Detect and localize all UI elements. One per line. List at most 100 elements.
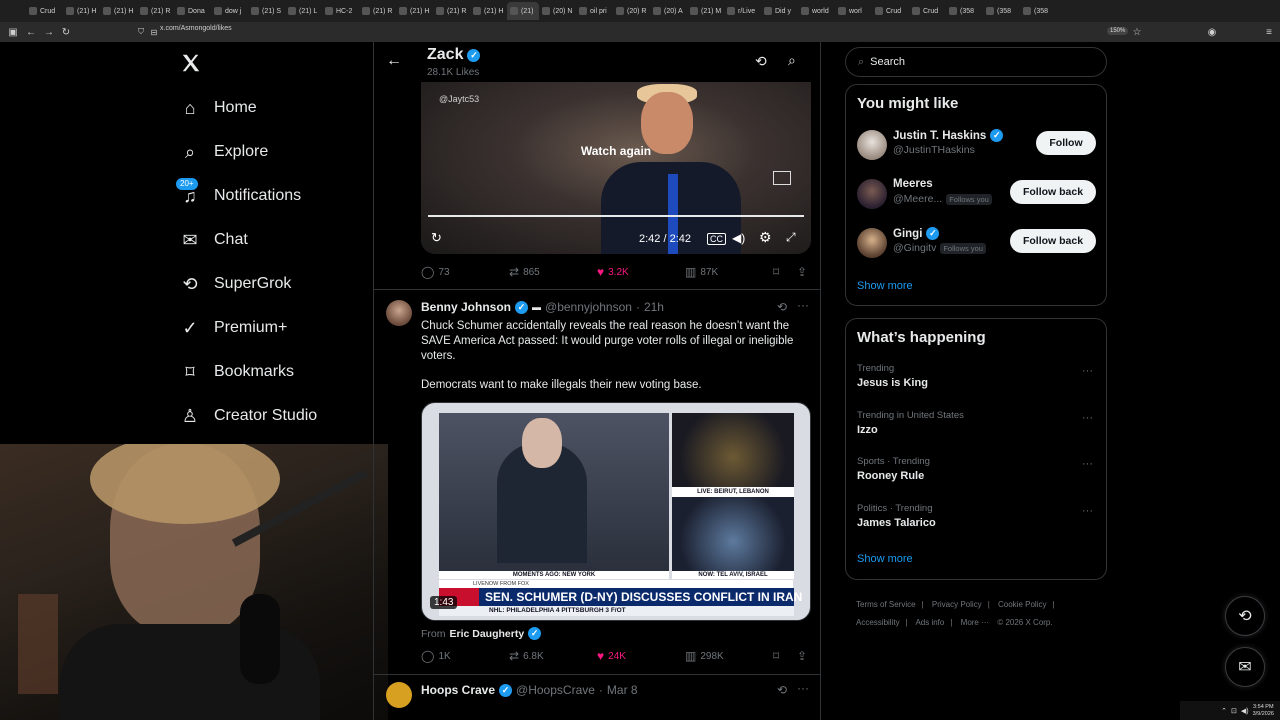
more-options-icon[interactable]: ··· [1082, 365, 1093, 377]
browser-tab[interactable]: Crud [909, 2, 946, 20]
browser-tab[interactable]: (20) N [539, 2, 576, 20]
video-player[interactable]: @Jaytc53 Watch again ↻ 2:42 / 2:42 CC ◀)… [421, 82, 811, 254]
suggested-account[interactable]: Meeres @Meere... Follows you Follow back [846, 174, 1108, 214]
volume-icon[interactable]: ◀) [1241, 707, 1249, 715]
nav-item-supergrok[interactable]: ⟲ SuperGrok [170, 262, 370, 306]
forward-nav-icon[interactable]: → [40, 27, 58, 38]
more-options-icon[interactable]: ··· [1082, 458, 1093, 470]
system-clock[interactable]: 3:54 PM 3/9/2026 [1253, 704, 1274, 718]
avatar[interactable] [386, 682, 412, 708]
video-source[interactable]: From Eric Daugherty ✓ [421, 627, 542, 640]
tray-chevron-icon[interactable]: ⌃ [1221, 707, 1227, 715]
grok-icon[interactable]: ⟲ [777, 683, 787, 697]
messages-float-button[interactable]: ✉ [1225, 647, 1265, 687]
suggested-account[interactable]: Justin T. Haskins ✓ @JustinTHaskins Follow [846, 125, 1108, 165]
browser-tab[interactable]: worl [835, 2, 872, 20]
trend-item[interactable]: Trending in United States Izzo ··· [846, 410, 1108, 450]
browser-tab[interactable]: (21) M [687, 2, 724, 20]
footer-more[interactable]: More ··· [961, 618, 989, 627]
grok-icon[interactable]: ⟲ [777, 300, 787, 314]
views-button[interactable]: ▥ 87K [685, 265, 718, 279]
nav-item-bookmarks[interactable]: ⌑ Bookmarks [170, 350, 370, 394]
follow-button[interactable]: Follow [1036, 131, 1096, 155]
browser-tab[interactable]: (21) H [470, 2, 507, 20]
browser-tab[interactable]: (358 [946, 2, 983, 20]
nav-item-notifications[interactable]: ♫ 20+ Notifications [170, 174, 370, 218]
footer-terms[interactable]: Terms of Service [856, 600, 916, 609]
like-button[interactable]: ♥ 24K [597, 649, 626, 663]
avatar[interactable] [857, 130, 887, 160]
video-player[interactable]: LIVE: BEIRUT, LEBANON NOW: TEL AVIV, ISR… [421, 402, 811, 621]
browser-tab[interactable]: oil pri [576, 2, 613, 20]
trend-item[interactable]: Politics · Trending James Talarico ··· [846, 503, 1108, 543]
grok-refresh-icon[interactable]: ⟲ [755, 53, 767, 70]
browser-tab[interactable]: (21) R [359, 2, 396, 20]
zoom-level[interactable]: 150% [1107, 27, 1129, 35]
show-more-link[interactable]: Show more [857, 280, 913, 292]
nav-item-explore[interactable]: ⌕ Explore [170, 130, 370, 174]
fullscreen-icon[interactable]: ⤢ [786, 230, 796, 245]
browser-tab[interactable]: Did y [761, 2, 798, 20]
browser-tab[interactable]: world [798, 2, 835, 20]
trend-item[interactable]: Trending Jesus is King ··· [846, 363, 1108, 403]
video-progress-bar[interactable] [428, 215, 804, 217]
views-button[interactable]: ▥ 298K [685, 649, 724, 663]
back-nav-icon[interactable]: ← [22, 27, 40, 38]
network-icon[interactable]: ⊡ [1231, 707, 1237, 715]
browser-tab[interactable]: (20) A [650, 2, 687, 20]
footer-ads[interactable]: Ads info [915, 618, 944, 627]
back-arrow-icon[interactable]: ← [386, 52, 402, 70]
browser-tab[interactable]: r/Live [724, 2, 761, 20]
browser-tab[interactable]: (21) H [100, 2, 137, 20]
replay-icon[interactable]: ↻ [431, 230, 442, 246]
browser-tab[interactable]: (20) R [613, 2, 650, 20]
browser-tab[interactable]: (21) L [285, 2, 322, 20]
pip-icon[interactable] [773, 171, 791, 185]
tweet-author[interactable]: Hoops Crave ✓ @HoopsCrave · Mar 8 [421, 683, 638, 697]
reload-icon[interactable]: ↻ [57, 27, 75, 38]
bookmark-button[interactable]: ⌑ [773, 265, 779, 279]
share-button[interactable]: ⇪ [797, 649, 807, 663]
suggested-account[interactable]: Gingi ✓ @Gingitv Follows you Follow back [846, 223, 1108, 263]
browser-tab[interactable]: (21) R [433, 2, 470, 20]
follow-button[interactable]: Follow back [1010, 180, 1096, 204]
volume-icon[interactable]: ◀) [732, 231, 745, 245]
nav-item-premium[interactable]: ✓ Premium+ [170, 306, 370, 350]
address-bar[interactable]: x.com/Asmongold/likes [160, 25, 232, 32]
browser-tab[interactable]: HC-2 [322, 2, 359, 20]
captions-icon[interactable]: CC [707, 233, 726, 245]
bookmark-button[interactable]: ⌑ [773, 649, 779, 663]
footer-privacy[interactable]: Privacy Policy [932, 600, 982, 609]
more-options-icon[interactable]: ··· [797, 298, 809, 312]
repost-button[interactable]: ⇄ 865 [509, 265, 540, 279]
search-icon[interactable]: ⌕ [788, 52, 796, 69]
trend-item[interactable]: Sports · Trending Rooney Rule ··· [846, 456, 1108, 496]
browser-tab[interactable]: (21) H [63, 2, 100, 20]
reply-button[interactable]: ◯ 73 [421, 265, 450, 279]
settings-gear-icon[interactable]: ⚙ [759, 229, 772, 246]
browser-tab[interactable]: (358 [1020, 2, 1057, 20]
footer-accessibility[interactable]: Accessibility [856, 618, 900, 627]
browser-tab[interactable]: (21) [507, 2, 539, 20]
avatar[interactable] [857, 228, 887, 258]
browser-tab[interactable]: (358 [983, 2, 1020, 20]
tweet-author[interactable]: Benny Johnson ✓ ▬ @bennyjohnson · 21h [421, 300, 664, 314]
watch-again-button[interactable]: Watch again [421, 144, 811, 158]
reply-button[interactable]: ◯ 1K [421, 649, 451, 663]
like-button[interactable]: ♥ 3.2K [597, 265, 629, 279]
browser-tab[interactable]: Dona [174, 2, 211, 20]
x-logo-icon[interactable] [180, 52, 202, 74]
nav-item-chat[interactable]: ✉ Chat [170, 218, 370, 262]
browser-tab[interactable]: dow j [211, 2, 248, 20]
browser-tab[interactable]: (21) R [137, 2, 174, 20]
search-input[interactable]: ⌕ Search [845, 47, 1107, 77]
nav-item-creator-studio[interactable]: ♙ Creator Studio [170, 394, 370, 438]
avatar[interactable] [386, 300, 412, 326]
browser-tab[interactable]: Crud [872, 2, 909, 20]
more-options-icon[interactable]: ··· [1082, 412, 1093, 424]
sidebar-toggle-icon[interactable]: ▣ [4, 27, 22, 38]
more-options-icon[interactable]: ··· [1082, 505, 1093, 517]
avatar[interactable] [857, 179, 887, 209]
account-icon[interactable]: ◉ [1203, 27, 1221, 38]
repost-button[interactable]: ⇄ 6.8K [509, 649, 544, 663]
